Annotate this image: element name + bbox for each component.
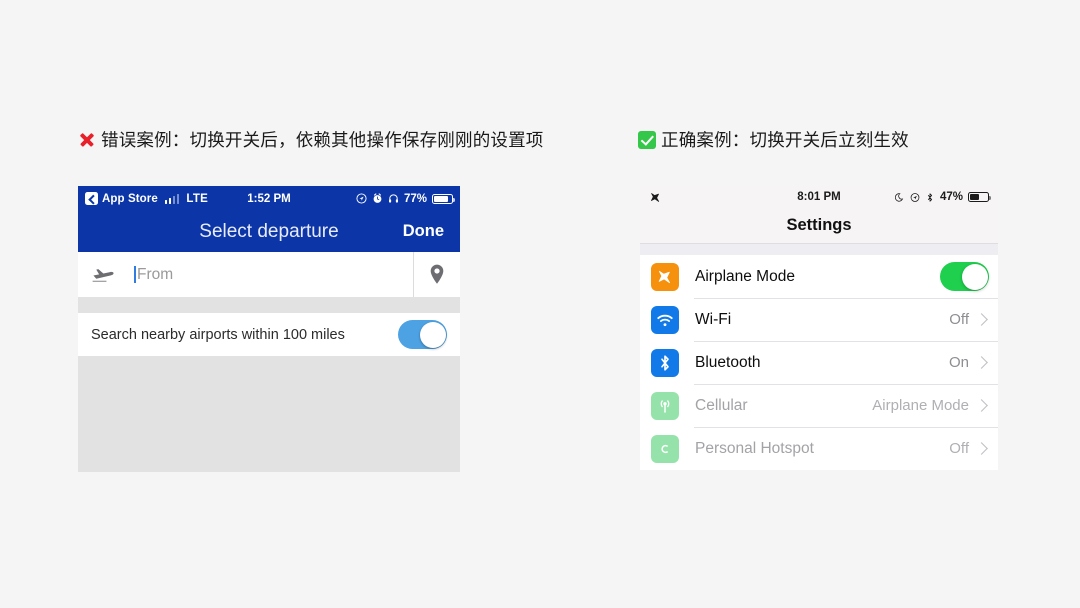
good-example-heading-text: 正确案例：切换开关后立刻生效 — [661, 130, 909, 150]
battery-icon — [432, 193, 456, 204]
bad-nav-bar: Select departure Done — [78, 211, 460, 252]
wifi-icon — [651, 305, 679, 334]
airplane-mode-switch[interactable] — [940, 262, 989, 291]
signal-bars-icon — [164, 193, 180, 204]
settings-title-bar: Settings — [640, 208, 998, 244]
carrier-label: LTE — [186, 192, 209, 205]
settings-row-label: Airplane Mode — [695, 267, 795, 285]
settings-row-cellular[interactable]: Cellular Airplane Mode — [640, 384, 998, 427]
hotspot-icon — [651, 434, 679, 463]
location-icon — [910, 192, 920, 202]
bad-example-heading: 错误案例：切换开关后，依赖其他操作保存刚刚的设置项 — [78, 127, 544, 152]
moon-icon — [894, 192, 904, 202]
list-top-spacer — [640, 244, 998, 255]
section-gap — [78, 297, 460, 313]
good-example-heading: 正确案例：切换开关后立刻生效 — [638, 127, 909, 152]
good-status-bar: 8:01 PM 47% — [640, 186, 998, 208]
back-app-label[interactable]: App Store — [102, 193, 158, 205]
settings-row-label: Personal Hotspot — [695, 439, 814, 457]
bad-example-heading-text: 错误案例：切换开关后，依赖其他操作保存刚刚的设置项 — [101, 130, 544, 150]
departure-placeholder: From — [137, 265, 174, 283]
location-icon — [356, 193, 367, 204]
status-bar-right-cluster: 77% — [356, 192, 456, 205]
chevron-right-icon — [975, 313, 988, 326]
status-bar-right-cluster: 47% — [894, 191, 992, 203]
chevron-right-icon — [975, 442, 988, 455]
settings-row-value: On — [948, 354, 969, 371]
battery-icon — [968, 192, 992, 202]
airplane-icon — [651, 262, 679, 291]
red-cross-icon — [78, 131, 96, 149]
bad-status-bar: App Store LTE 1:52 PM 77% — [78, 186, 460, 211]
settings-row-label: Bluetooth — [695, 353, 761, 371]
page-title: Settings — [786, 216, 852, 234]
nearby-airports-label: Search nearby airports within 100 miles — [91, 326, 345, 343]
settings-row-value: Airplane Mode — [872, 397, 969, 414]
good-example-phone-screenshot: 8:01 PM 47% Settings Airplane Mode Wi-Fi… — [640, 186, 998, 470]
cellular-icon — [651, 391, 679, 420]
headphones-icon — [388, 194, 398, 203]
battery-percent-label: 47% — [939, 191, 963, 203]
alarm-icon — [373, 193, 382, 203]
back-chevron-icon[interactable] — [85, 192, 98, 205]
nearby-airports-row: Search nearby airports within 100 miles — [78, 313, 460, 356]
settings-row-label: Cellular — [695, 396, 748, 414]
settings-row-wifi[interactable]: Wi-Fi Off — [640, 298, 998, 341]
departure-field-row: From — [78, 252, 460, 297]
settings-row-value: Off — [949, 311, 969, 328]
map-pin-button[interactable] — [413, 252, 460, 297]
text-cursor — [134, 266, 136, 283]
battery-percent-label: 77% — [403, 192, 427, 205]
map-pin-icon — [430, 264, 444, 284]
chevron-right-icon — [975, 356, 988, 369]
airplane-depart-icon — [92, 268, 114, 282]
departure-input[interactable]: From — [78, 252, 413, 297]
settings-row-label: Wi-Fi — [695, 310, 732, 328]
green-check-icon — [638, 130, 656, 149]
nearby-airports-switch[interactable] — [398, 320, 447, 349]
bluetooth-icon — [651, 348, 679, 377]
settings-row-personal-hotspot[interactable]: Personal Hotspot Off — [640, 427, 998, 470]
settings-row-value: Off — [949, 440, 969, 457]
settings-row-bluetooth[interactable]: Bluetooth On — [640, 341, 998, 384]
done-button[interactable]: Done — [403, 222, 444, 241]
settings-row-airplane-mode[interactable]: Airplane Mode — [640, 255, 998, 298]
bad-example-phone-screenshot: App Store LTE 1:52 PM 77% Select departu… — [78, 186, 460, 472]
bluetooth-icon — [927, 192, 933, 202]
chevron-right-icon — [975, 399, 988, 412]
